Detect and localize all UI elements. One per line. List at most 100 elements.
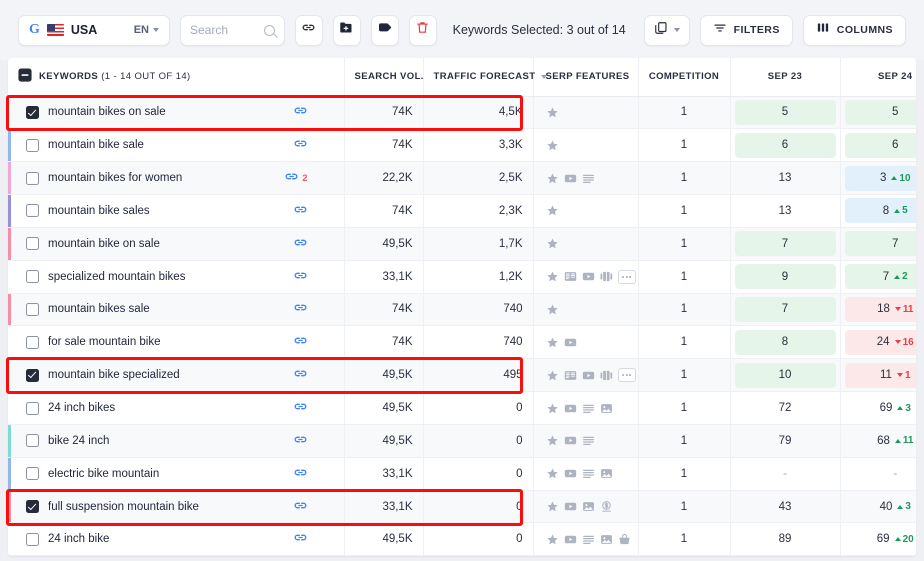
keyword-label: specialized mountain bikes <box>48 271 284 283</box>
row-checkbox[interactable] <box>26 434 39 447</box>
serp-image-icon <box>600 467 613 480</box>
keyword-cell[interactable]: full suspension mountain bike <box>8 490 344 523</box>
table-row[interactable]: mountain bike sales74K2,3K11385 <box>8 195 916 228</box>
keyword-cell[interactable]: specialized mountain bikes <box>8 260 344 293</box>
link-icon <box>293 300 308 318</box>
keyword-link-button[interactable] <box>293 399 308 417</box>
serp-image-icon <box>600 402 613 415</box>
serp-features-cell <box>533 359 638 392</box>
keyword-link-button[interactable]: 2 <box>284 169 307 187</box>
keyword-link-button[interactable] <box>293 366 308 384</box>
sep-24-cell-inner: 7 <box>845 231 917 256</box>
row-checkbox[interactable] <box>26 303 39 316</box>
table-row[interactable]: mountain bike specialized49,5K495110111 <box>8 359 916 392</box>
language-selector[interactable]: EN <box>134 24 159 36</box>
filters-button[interactable]: FILTERS <box>700 15 793 46</box>
keyword-cell[interactable]: mountain bikes for women2 <box>8 162 344 195</box>
row-checkbox[interactable] <box>26 270 39 283</box>
sep-24-value: 24 <box>877 336 890 348</box>
table-row[interactable]: specialized mountain bikes33,1K1,2K1972 <box>8 260 916 293</box>
sep-23-cell: - <box>730 457 840 490</box>
column-header-traffic-forecast[interactable]: TRAFFIC FORECAST <box>423 58 533 96</box>
tag-icon <box>377 20 393 41</box>
serp-text-icon <box>582 434 595 447</box>
keyword-label: mountain bikes on sale <box>48 106 284 118</box>
table-row[interactable]: full suspension mountain bike33,1K014340… <box>8 490 916 523</box>
copy-button[interactable] <box>644 15 690 46</box>
row-checkbox[interactable] <box>26 106 39 119</box>
keyword-link-button[interactable] <box>293 432 308 450</box>
table-row[interactable]: mountain bike on sale49,5K1,7K177 <box>8 227 916 260</box>
serp-more-icon[interactable] <box>618 270 636 284</box>
row-checkbox[interactable] <box>26 500 39 513</box>
keyword-link-button[interactable] <box>293 136 308 154</box>
link-icon <box>293 268 308 286</box>
row-checkbox[interactable] <box>26 336 39 349</box>
column-header-competition[interactable]: COMPETITION <box>638 58 730 96</box>
keyword-link-button[interactable] <box>293 268 308 286</box>
geo-language-selector[interactable]: G USA EN <box>18 15 170 46</box>
keyword-cell[interactable]: mountain bikes on sale <box>8 96 344 129</box>
keyword-cell[interactable]: 24 inch bike <box>8 523 344 556</box>
keyword-cell[interactable]: mountain bike sale <box>8 129 344 162</box>
keyword-link-button[interactable] <box>293 300 308 318</box>
column-header-serp-features[interactable]: SERP FEATURES <box>533 58 638 96</box>
keyword-cell[interactable]: electric bike mountain <box>8 457 344 490</box>
google-g-icon: G <box>29 23 40 37</box>
row-checkbox[interactable] <box>26 139 39 152</box>
table-row[interactable]: bike 24 inch49,5K01796811 <box>8 424 916 457</box>
keyword-link-button[interactable] <box>293 530 308 548</box>
row-checkbox[interactable] <box>26 369 39 382</box>
keyword-link-button[interactable] <box>293 202 308 220</box>
table-row[interactable]: mountain bikes for women222,2K2,5K113310 <box>8 162 916 195</box>
row-checkbox[interactable] <box>26 172 39 185</box>
table-row[interactable]: mountain bikes on sale74K4,5K155 <box>8 96 916 129</box>
columns-button[interactable]: COLUMNS <box>803 15 906 46</box>
delete-button[interactable] <box>409 15 437 46</box>
column-header-search-volume[interactable]: SEARCH VOL. <box>344 58 423 96</box>
table-row[interactable]: mountain bike sale74K3,3K166 <box>8 129 916 162</box>
column-header-sep-23[interactable]: SEP 23 <box>730 58 840 96</box>
competition-cell: 1 <box>638 424 730 457</box>
serp-more-icon[interactable] <box>618 368 636 382</box>
arrow-up-icon <box>895 537 901 541</box>
row-checkbox[interactable] <box>26 467 39 480</box>
competition-cell: 1 <box>638 129 730 162</box>
sep-23-cell: 13 <box>730 162 840 195</box>
table-row[interactable]: 24 inch bikes49,5K0172693 <box>8 392 916 425</box>
row-checkbox[interactable] <box>26 237 39 250</box>
keyword-cell[interactable]: mountain bike specialized <box>8 359 344 392</box>
table-row[interactable]: mountain bikes sale74K740171811 <box>8 293 916 326</box>
serp-video-icon <box>564 500 577 513</box>
keyword-cell[interactable]: mountain bike sales <box>8 195 344 228</box>
keyword-link-button[interactable] <box>293 498 308 516</box>
keyword-cell[interactable]: for sale mountain bike <box>8 326 344 359</box>
row-checkbox[interactable] <box>26 204 39 217</box>
keyword-cell[interactable]: mountain bike on sale <box>8 227 344 260</box>
keywords-table: KEYWORDS (1 - 14 OUT OF 14) SEARCH VOL. … <box>8 58 916 556</box>
keyword-cell[interactable]: bike 24 inch <box>8 424 344 457</box>
column-header-sep-24[interactable]: SEP 24 <box>840 58 916 96</box>
link-button[interactable] <box>295 15 323 46</box>
row-checkbox[interactable] <box>26 533 39 546</box>
serp-video-icon <box>582 270 595 283</box>
serp-features-cell <box>533 260 638 293</box>
column-header-keywords[interactable]: KEYWORDS (1 - 14 OUT OF 14) <box>8 58 344 96</box>
select-all-checkbox[interactable] <box>18 68 32 85</box>
sep-24-delta: 1 <box>897 370 911 381</box>
table-row[interactable]: electric bike mountain33,1K01-- <box>8 457 916 490</box>
competition-cell: 1 <box>638 326 730 359</box>
table-row[interactable]: 24 inch bike49,5K01896920 <box>8 523 916 556</box>
row-checkbox[interactable] <box>26 402 39 415</box>
tag-button[interactable] <box>371 15 399 46</box>
keyword-link-button[interactable] <box>293 465 308 483</box>
search-input[interactable] <box>190 23 258 37</box>
keyword-cell[interactable]: 24 inch bikes <box>8 392 344 425</box>
keyword-link-button[interactable] <box>293 235 308 253</box>
search-field-wrapper[interactable] <box>180 15 285 46</box>
keyword-cell[interactable]: mountain bikes sale <box>8 293 344 326</box>
add-to-folder-button[interactable] <box>333 15 361 46</box>
table-row[interactable]: for sale mountain bike74K740182416 <box>8 326 916 359</box>
keyword-link-button[interactable] <box>293 333 308 351</box>
keyword-link-button[interactable] <box>293 103 308 121</box>
